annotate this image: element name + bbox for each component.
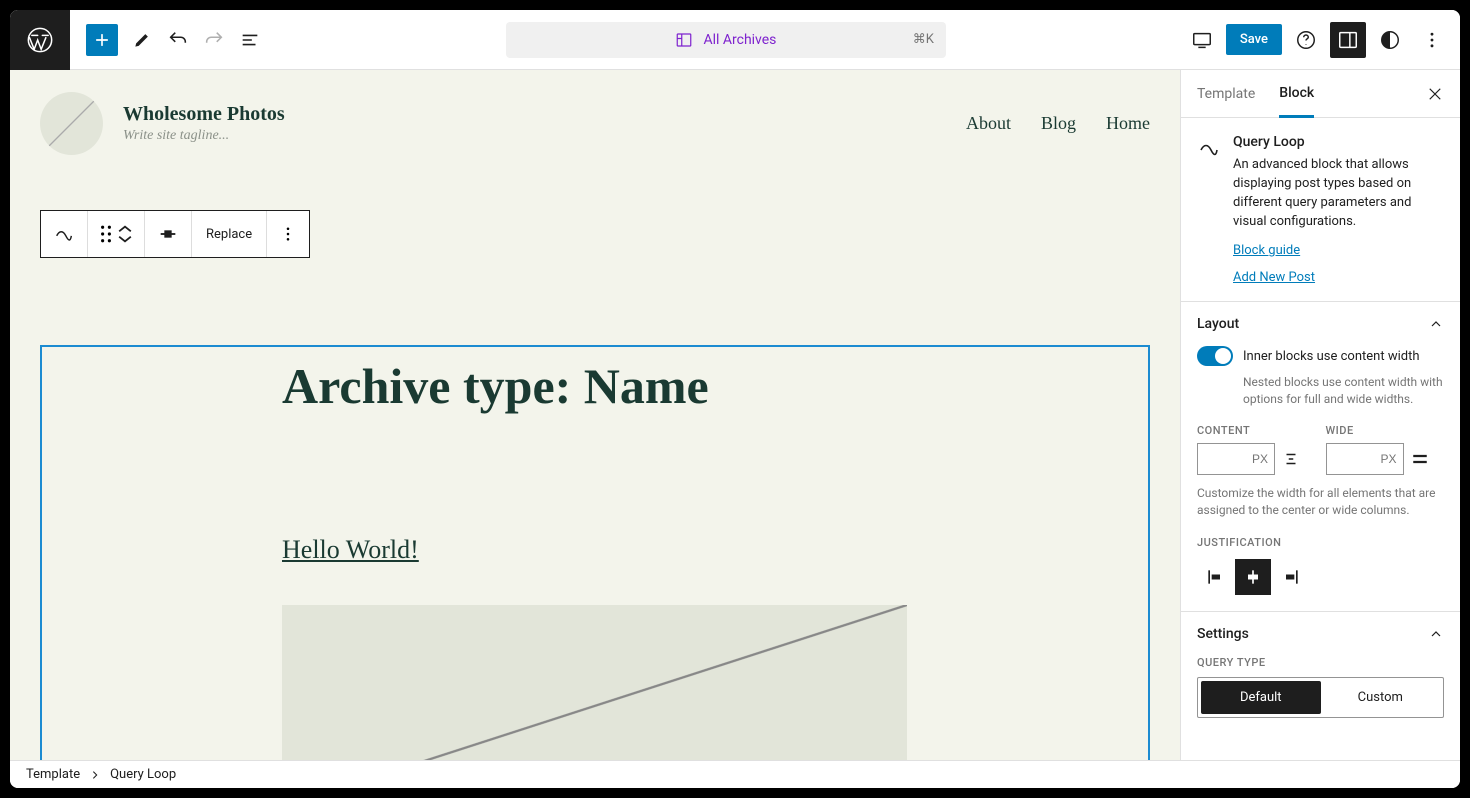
nav-item[interactable]: Blog bbox=[1041, 113, 1076, 134]
site-nav: About Blog Home bbox=[966, 113, 1150, 134]
query-type-default[interactable]: Default bbox=[1201, 681, 1321, 714]
drag-icon bbox=[100, 225, 112, 243]
block-info-panel: Query Loop An advanced block that allows… bbox=[1181, 118, 1460, 302]
layout-panel-header[interactable]: Layout bbox=[1181, 302, 1460, 346]
justify-right-button[interactable] bbox=[1273, 559, 1309, 595]
save-button[interactable]: Save bbox=[1226, 24, 1282, 55]
wp-logo-button[interactable] bbox=[10, 10, 70, 70]
tab-template[interactable]: Template bbox=[1197, 70, 1255, 117]
wide-width-label: WIDE bbox=[1326, 424, 1445, 437]
breadcrumb: Template Query Loop bbox=[10, 760, 1460, 788]
layout-panel: Layout Inner blocks use content width Ne… bbox=[1181, 302, 1460, 611]
width-help-text: Customize the width for all elements tha… bbox=[1197, 485, 1444, 520]
help-button[interactable] bbox=[1288, 22, 1324, 58]
add-new-post-link[interactable]: Add New Post bbox=[1233, 270, 1315, 285]
post-title[interactable]: Hello World! bbox=[282, 535, 1148, 565]
document-bar[interactable]: All Archives ⌘K bbox=[506, 22, 946, 58]
chevron-right-icon bbox=[90, 770, 100, 780]
site-tagline-placeholder[interactable]: Write site tagline... bbox=[123, 128, 285, 144]
block-guide-link[interactable]: Block guide bbox=[1233, 243, 1300, 258]
content-width-toggle[interactable] bbox=[1197, 346, 1233, 366]
block-options-button[interactable] bbox=[267, 211, 309, 257]
breadcrumb-queryloop[interactable]: Query Loop bbox=[110, 767, 176, 782]
chevron-down-icon[interactable] bbox=[118, 234, 132, 244]
site-header: Wholesome Photos Write site tagline... A… bbox=[10, 70, 1180, 155]
editor-topbar: All Archives ⌘K Save bbox=[10, 10, 1460, 70]
styles-button[interactable] bbox=[1372, 22, 1408, 58]
nav-item[interactable]: Home bbox=[1106, 113, 1150, 134]
justify-center-button[interactable] bbox=[1235, 559, 1271, 595]
content-width-input[interactable] bbox=[1197, 443, 1275, 475]
wide-width-input[interactable] bbox=[1326, 443, 1404, 475]
toggle-description: Nested blocks use content width with opt… bbox=[1243, 374, 1444, 408]
undo-button[interactable] bbox=[160, 22, 196, 58]
breadcrumb-template[interactable]: Template bbox=[26, 767, 80, 782]
content-align-icon[interactable] bbox=[1281, 450, 1301, 468]
editor-canvas[interactable]: Wholesome Photos Write site tagline... A… bbox=[10, 70, 1180, 760]
document-title: All Archives bbox=[703, 32, 776, 48]
settings-sidebar: Template Block Query Loop An advanced bl… bbox=[1180, 70, 1460, 760]
nav-item[interactable]: About bbox=[966, 113, 1011, 134]
toggle-label: Inner blocks use content width bbox=[1243, 349, 1420, 364]
settings-panel: Settings QUERY TYPE Default Custom bbox=[1181, 612, 1460, 734]
site-title[interactable]: Wholesome Photos bbox=[123, 103, 285, 126]
block-description: An advanced block that allows displaying… bbox=[1233, 156, 1444, 231]
close-sidebar-button[interactable] bbox=[1426, 85, 1444, 103]
justification-label: JUSTIFICATION bbox=[1197, 536, 1444, 549]
view-button[interactable] bbox=[1184, 22, 1220, 58]
query-loop-icon bbox=[1197, 134, 1221, 285]
list-view-button[interactable] bbox=[232, 22, 268, 58]
layout-icon bbox=[675, 31, 693, 49]
query-type-custom[interactable]: Custom bbox=[1321, 681, 1441, 714]
chevron-up-icon bbox=[1428, 626, 1444, 642]
chevron-up-icon[interactable] bbox=[118, 224, 132, 234]
replace-button[interactable]: Replace bbox=[192, 211, 267, 257]
query-type-label: QUERY TYPE bbox=[1197, 656, 1444, 669]
featured-image-placeholder[interactable] bbox=[282, 605, 907, 760]
align-button[interactable] bbox=[145, 211, 192, 257]
options-button[interactable] bbox=[1414, 22, 1450, 58]
query-loop-block[interactable]: Archive type: Name Hello World! Welcome … bbox=[40, 345, 1150, 760]
panel-title: Layout bbox=[1197, 316, 1239, 332]
panel-title: Settings bbox=[1197, 626, 1249, 642]
content-width-label: CONTENT bbox=[1197, 424, 1316, 437]
wide-align-icon[interactable] bbox=[1410, 450, 1430, 468]
redo-button[interactable] bbox=[196, 22, 232, 58]
settings-panel-header[interactable]: Settings bbox=[1181, 612, 1460, 656]
query-type-toggle: Default Custom bbox=[1197, 677, 1444, 718]
block-title: Query Loop bbox=[1233, 134, 1444, 150]
chevron-up-icon bbox=[1428, 316, 1444, 332]
add-block-button[interactable] bbox=[86, 24, 118, 56]
archive-title[interactable]: Archive type: Name bbox=[282, 357, 1148, 415]
site-logo-placeholder[interactable] bbox=[40, 92, 103, 155]
tab-block[interactable]: Block bbox=[1279, 71, 1314, 118]
block-toolbar: Replace bbox=[40, 210, 310, 258]
edit-tools-button[interactable] bbox=[124, 22, 160, 58]
shortcut-hint: ⌘K bbox=[913, 32, 934, 47]
drag-handle[interactable] bbox=[88, 211, 145, 257]
settings-sidebar-button[interactable] bbox=[1330, 22, 1366, 58]
justify-left-button[interactable] bbox=[1197, 559, 1233, 595]
block-type-button[interactable] bbox=[41, 211, 88, 257]
